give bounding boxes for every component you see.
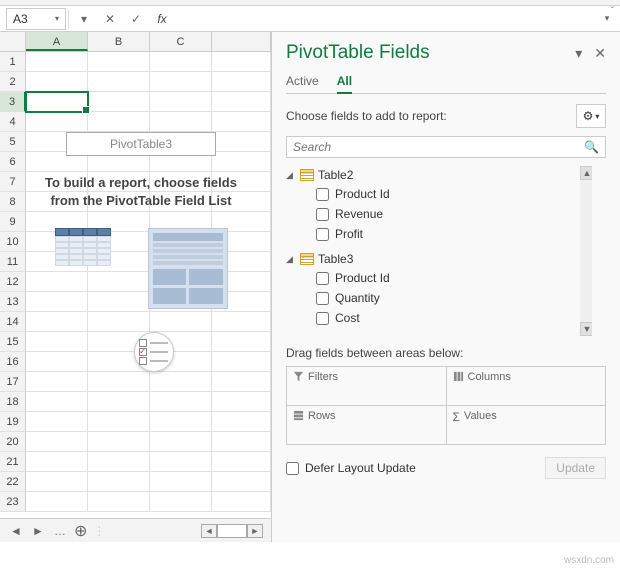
row-header[interactable]: 3 <box>0 92 26 112</box>
hscroll-left-icon[interactable]: ◄ <box>201 524 217 538</box>
filter-icon <box>293 371 304 382</box>
field-item[interactable]: Cost <box>286 308 592 328</box>
field-checkbox[interactable] <box>316 272 329 285</box>
table-name: Table2 <box>318 168 353 182</box>
field-item[interactable]: Product Id <box>286 268 592 288</box>
field-checkbox[interactable] <box>316 208 329 221</box>
prev-sheet-icon[interactable]: ◄ <box>8 524 24 538</box>
sigma-icon: Σ <box>453 410 460 424</box>
name-box-dropdown-icon[interactable]: ▾ <box>55 14 59 23</box>
pane-menu-icon[interactable]: ▾ <box>575 45 582 62</box>
field-checkbox[interactable] <box>316 312 329 325</box>
field-item[interactable]: Product Id <box>286 184 592 204</box>
sheet-tab-bar: ◄ ► … ⊕ ⋮ ◄ ► <box>0 518 271 542</box>
field-checkbox[interactable] <box>316 228 329 241</box>
collapse-icon[interactable]: ◢ <box>286 170 296 181</box>
columns-icon <box>453 371 464 382</box>
table-name: Table3 <box>318 252 353 266</box>
hscroll-track[interactable] <box>217 524 247 538</box>
table-node[interactable]: ◢ Table2 <box>286 166 592 184</box>
column-header-D[interactable] <box>212 32 271 51</box>
formula-dropdown-icon[interactable]: ▾ <box>71 8 97 30</box>
fx-icon[interactable]: fx <box>149 8 175 30</box>
name-box-value: A3 <box>13 12 28 26</box>
enter-formula-icon[interactable]: ✓ <box>123 8 149 30</box>
drag-areas-label: Drag fields between areas below: <box>286 346 606 360</box>
column-header-A[interactable]: A <box>26 32 88 51</box>
columns-area[interactable]: Columns <box>447 367 606 405</box>
search-icon[interactable]: 🔍 <box>584 140 599 154</box>
column-header-B[interactable]: B <box>88 32 150 51</box>
ribbon-collapse-icon[interactable]: ˇ <box>611 6 614 17</box>
formula-bar: A3 ▾ ▾ ✕ ✓ fx ▾ <box>0 6 620 32</box>
grid-rows: 1 2 3 4 5 6 7 8 9 10 11 12 13 14 15 16 1… <box>0 52 271 512</box>
next-sheet-icon[interactable]: ► <box>30 524 46 538</box>
field-item[interactable]: Quantity <box>286 288 592 308</box>
cell[interactable] <box>26 52 88 72</box>
defer-update-checkbox[interactable] <box>286 462 299 475</box>
rows-icon <box>293 410 304 421</box>
close-pane-icon[interactable]: ✕ <box>594 45 606 62</box>
scroll-up-icon[interactable]: ▲ <box>580 166 594 180</box>
search-box[interactable]: 🔍 <box>286 136 606 158</box>
column-header-C[interactable]: C <box>150 32 212 51</box>
row-header[interactable]: 2 <box>0 72 26 92</box>
update-button[interactable]: Update <box>545 457 606 479</box>
pane-title: PivotTable Fields <box>286 42 430 64</box>
collapse-icon[interactable]: ◢ <box>286 254 296 265</box>
field-checkbox[interactable] <box>316 188 329 201</box>
choose-fields-label: Choose fields to add to report: <box>286 109 576 123</box>
chevron-down-icon: ▾ <box>595 112 599 121</box>
rows-area[interactable]: Rows <box>287 406 446 444</box>
cancel-formula-icon[interactable]: ✕ <box>97 8 123 30</box>
sheet-list-icon[interactable]: … <box>52 524 68 538</box>
gear-icon: ⚙ <box>583 109 594 123</box>
expand-formula-icon[interactable]: ▾ <box>594 8 620 30</box>
tab-active[interactable]: Active <box>286 70 319 93</box>
field-checkbox[interactable] <box>316 292 329 305</box>
field-list-scrollbar[interactable]: ▲ ▼ <box>580 166 594 336</box>
add-sheet-icon[interactable]: ⊕ <box>74 521 87 541</box>
pivot-fields-pane: PivotTable Fields ▾ ✕ Active All Choose … <box>272 32 620 542</box>
tools-button[interactable]: ⚙ ▾ <box>576 104 606 128</box>
scroll-down-icon[interactable]: ▼ <box>580 322 594 336</box>
table-node[interactable]: ◢ Table3 <box>286 250 592 268</box>
filters-area[interactable]: Filters <box>287 367 446 405</box>
drop-areas: Filters Columns Rows Σ Values <box>286 366 606 445</box>
select-all-corner[interactable] <box>0 32 26 51</box>
table-icon <box>300 169 314 181</box>
row-header[interactable]: 1 <box>0 52 26 72</box>
tab-all[interactable]: All <box>337 70 352 94</box>
field-item[interactable]: Revenue <box>286 204 592 224</box>
field-list: ◢ Table2 Product Id Revenue Profit ◢ Tab… <box>286 166 606 336</box>
formula-input[interactable] <box>175 8 594 30</box>
worksheet: A B C 1 2 3 4 5 6 7 8 9 10 11 12 13 14 1… <box>0 32 272 542</box>
table-icon <box>300 253 314 265</box>
hscroll-right-icon[interactable]: ► <box>247 524 263 538</box>
tab-separator: ⋮ <box>93 524 105 538</box>
field-item[interactable]: Profit <box>286 224 592 244</box>
search-input[interactable] <box>293 140 584 154</box>
watermark: wsxdn.com <box>564 555 614 566</box>
cell-A3[interactable] <box>26 92 88 112</box>
values-area[interactable]: Σ Values <box>447 406 606 444</box>
defer-update-label: Defer Layout Update <box>305 461 416 475</box>
name-box[interactable]: A3 ▾ <box>6 8 66 30</box>
